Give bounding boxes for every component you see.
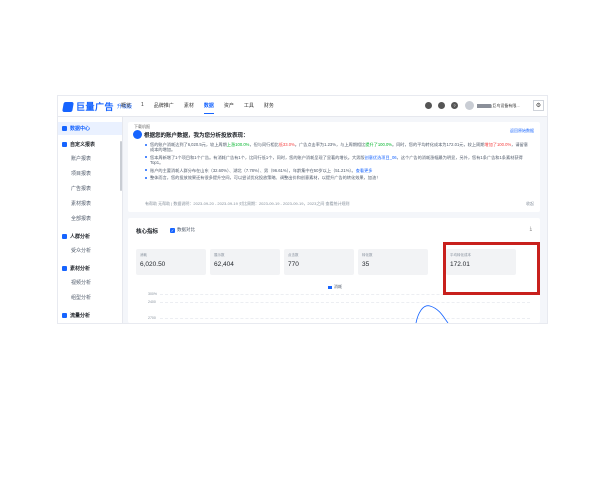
sidebar-item-video-analysis[interactable]: 视频分析 [71, 279, 91, 286]
insight-title: 根据您的账户数据，我为您分析投放表现： [144, 133, 249, 139]
sidebar-item-label: 数据中心 [70, 126, 91, 132]
material-icon [62, 266, 67, 271]
sidebar-section-label: 流量分析 [70, 313, 91, 319]
account-name-redacted [477, 103, 491, 108]
ai-insight-card: 下载机报 根据您的账户数据，我为您分析投放表现： 返回原始数据 您的账户消耗达到… [128, 122, 540, 212]
insight-text: 增加了100.0% [484, 142, 512, 147]
traffic-icon [62, 313, 67, 318]
brand-logo-icon [62, 101, 74, 112]
insight-bullets: 您的账户消耗达到了6,020.5元，较上周期上涨100.0%，但与同行相比低33… [145, 142, 530, 183]
insight-bullet: 您本周新增了1个项目和1个广告。有消耗广告有1个，比同行低1个，同时，您的账户消… [145, 155, 530, 165]
insight-text: ，但与同行相比 [249, 142, 279, 147]
sidebar-section-label: 素材分析 [70, 266, 91, 272]
insight-bullet: 整体而言，您的投放效果还有很多提升空间，可以尝试优化投放策略、调整出价和创意素材… [145, 175, 530, 180]
nav-item-brand[interactable]: 品牌推广 [154, 102, 174, 114]
notification-icon[interactable] [438, 102, 445, 109]
sidebar-section-traffic[interactable]: 流量分析 [62, 312, 90, 319]
insight-footer: 有帮助 无帮助 | 数据说明：2023-09-20 - 2023-09-19 对… [145, 201, 350, 206]
insight-text: 。同时，您的平均转化成本为172.01元，较上周期 [392, 142, 485, 147]
sidebar-section-material-analysis[interactable]: 素材分析 [62, 265, 90, 272]
nav-item-2[interactable]: 1 [141, 102, 144, 114]
red-highlight-box [443, 242, 540, 295]
brand-name: 巨量广告 [76, 102, 115, 112]
settings-gear-icon[interactable]: ⚙ [533, 100, 544, 111]
avatar[interactable] [465, 101, 474, 110]
raw-data-link[interactable]: 返回原始数据 [510, 128, 534, 134]
insight-text: 。广告点击率为1.23%，与上周期相比 [294, 142, 366, 147]
sidebar-item-all-reports[interactable]: 全部报表 [71, 215, 91, 222]
insight-bullet: 您的账户消耗达到了6,020.5元，较上周期上涨100.0%，但与同行相比低33… [145, 142, 530, 152]
sidebar-item-group-analysis[interactable]: 组型分析 [71, 294, 91, 301]
audience-icon [62, 234, 67, 239]
account-name-suffix: (巨鸟设备有限... [491, 103, 520, 108]
insight-text: 您本周新增了1个项目和1个广告。有消耗广告有1个，比同行低1个，同时，您的账户消… [150, 154, 365, 160]
nav-item-assets[interactable]: 资产 [224, 102, 234, 114]
message-icon[interactable] [425, 102, 432, 109]
sidebar-section-label: 自定义报表 [70, 142, 96, 148]
data-center-icon [62, 126, 67, 131]
insight-text: 提升了100.0% [365, 142, 393, 147]
sidebar-item-account-report[interactable]: 账户报表 [71, 155, 91, 162]
account-name[interactable]: (巨鸟设备有限... [477, 103, 525, 108]
report-icon [62, 142, 67, 147]
sidebar-section-label: 人群分析 [70, 234, 91, 240]
nav-item-data[interactable]: 数据 [203, 102, 214, 114]
sidebar: 数据中心 自定义报表 账户报表 项目报表 广告报表 素材报表 全部报表 人群分析… [58, 117, 123, 323]
nav-item-overview[interactable]: 概览 [121, 102, 131, 114]
sidebar-item-project-report[interactable]: 项目报表 [71, 170, 91, 177]
top-nav: 巨量广告 升级版 概览 1 品牌推广 素材 数据 资产 工具 财务 ? (巨鸟设… [58, 96, 547, 117]
nav-item-tools[interactable]: 工具 [244, 102, 254, 114]
nav-item-material[interactable]: 素材 [184, 102, 194, 114]
sidebar-scrollbar[interactable] [120, 141, 122, 191]
insight-link[interactable]: 创意优选项目_06 [365, 155, 397, 160]
sidebar-item-ad-report[interactable]: 广告报表 [71, 185, 91, 192]
insight-text: 上涨100.0% [226, 142, 250, 147]
sidebar-section-custom-reports[interactable]: 自定义报表 [62, 141, 95, 148]
sidebar-item-data-center[interactable]: 数据中心 [62, 125, 90, 132]
insight-link[interactable]: 查看更多 [356, 168, 373, 173]
cost-series-line [415, 305, 449, 323]
assistant-icon [133, 130, 142, 139]
sidebar-item-audience-analysis[interactable]: 受众分析 [71, 247, 91, 254]
nav-item-finance[interactable]: 财务 [264, 102, 274, 114]
insight-text: 低33.0% [278, 142, 295, 147]
insight-text: 整体而言，您的投放效果还有很多提升空间，可以尝试优化投放策略、调整出价和创意素材… [150, 175, 381, 181]
insight-bullet: 账户的主要消耗人群分布在山东（32.60%）、湖北（7.78%）、男（96.61… [145, 168, 530, 173]
help-icon[interactable]: ? [451, 102, 458, 109]
insight-text: 账户的主要消耗人群分布在山东（32.60%）、湖北（7.78%）、男（96.61… [150, 167, 356, 173]
sidebar-item-material-report[interactable]: 素材报表 [71, 200, 91, 207]
sidebar-section-audience[interactable]: 人群分析 [62, 233, 90, 240]
collapse-button[interactable]: 收起 [526, 201, 534, 207]
